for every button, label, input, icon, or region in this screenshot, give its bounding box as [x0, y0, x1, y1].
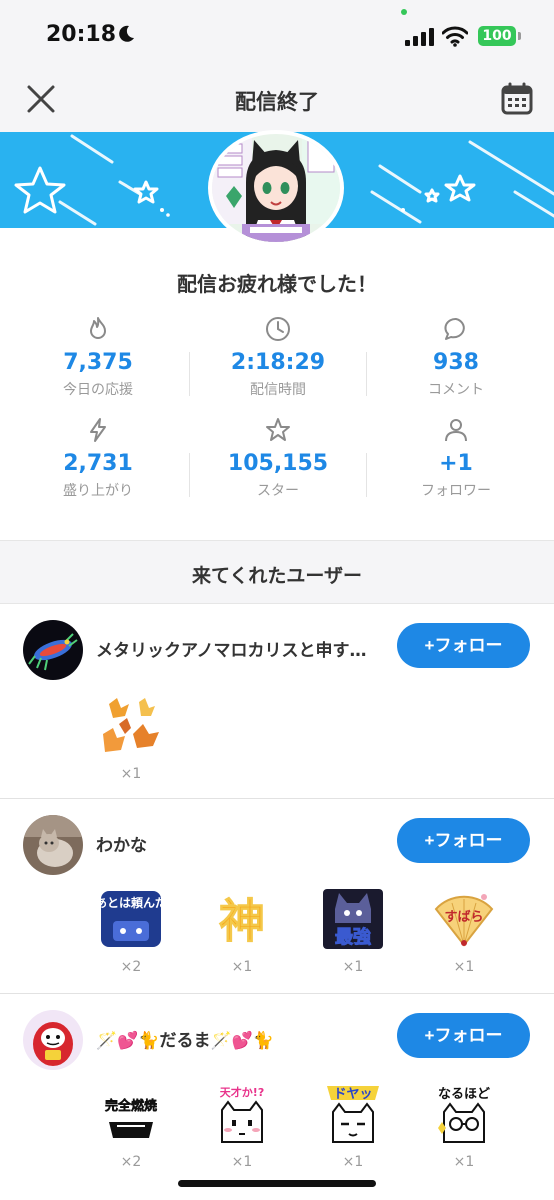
stat-label: 配信時間 [250, 382, 306, 398]
user-avatar[interactable] [23, 1010, 83, 1070]
gift-count: ×1 [231, 959, 253, 975]
visitor-row: メタリックアノマロカリスと申す… +フォロー ×1 [0, 604, 554, 799]
gift-count: ×2 [120, 1154, 142, 1170]
stat-stream-time: 2:18:29 配信時間 [188, 316, 368, 399]
gift-item: 完全燃焼 ×2 [96, 1082, 166, 1170]
gift-item: 最強 ×1 [318, 887, 388, 975]
user-name[interactable]: 🪄💕🐈だるま🪄💕🐈 [96, 1026, 386, 1051]
sticker-text: なるほど [438, 1087, 490, 1102]
nav-bar: 配信終了 [0, 72, 554, 132]
naruhodo-sticker: なるほど [438, 1087, 490, 1143]
visitor-row: 🪄💕🐈だるま🪄💕🐈 +フォロー 完全燃焼 ×2 天才か!? ×1 ドヤッ ×1 … [0, 994, 554, 1170]
stat-value: +1 [439, 451, 473, 476]
home-indicator[interactable] [178, 1180, 376, 1187]
gift-count: ×1 [453, 959, 475, 975]
clock-icon [266, 317, 290, 341]
user-name[interactable]: わかな [96, 831, 386, 856]
privacy-indicator [401, 9, 407, 15]
calendar-icon[interactable] [500, 82, 534, 116]
user-name[interactable]: メタリックアノマロカリスと申す… [96, 636, 386, 661]
section-title: 来てくれたユーザー [191, 565, 363, 587]
anomalocaris-avatar-image [23, 620, 83, 680]
gift-item: すばら ×1 [429, 887, 499, 975]
doyah-sticker: ドヤッ [327, 1086, 379, 1143]
stat-stars: 105,155 スター [188, 417, 368, 500]
sticker-text: ドヤッ [333, 1087, 372, 1102]
gift-count: ×1 [231, 1154, 253, 1170]
star-icon [266, 418, 290, 441]
page-title: 配信終了 [235, 90, 319, 114]
gift-item: あとは頼んだ ×2 [96, 887, 166, 975]
gift-item: ×1 [96, 694, 166, 782]
stat-label: 盛り上がり [63, 483, 133, 499]
battery-level: 100 [478, 26, 516, 46]
status-bar: 20:18 100 [0, 0, 554, 72]
stat-value: 105,155 [227, 451, 329, 476]
status-time: 20:18 [46, 22, 117, 47]
gift-count: ×2 [120, 959, 142, 975]
stat-value: 938 [433, 350, 479, 375]
follow-button[interactable]: +フォロー [397, 1013, 530, 1058]
kanzen-nenshou-sticker: 完全燃焼 [105, 1098, 157, 1138]
sticker-text: すばら [444, 910, 483, 925]
tensai-sticker: 天才か!? [220, 1085, 264, 1143]
stat-label: 今日の応援 [63, 382, 133, 398]
daruma-avatar-image [23, 1010, 83, 1070]
sticker-text: あとは頼んだ [99, 895, 163, 910]
gift-count: ×1 [342, 1154, 364, 1170]
stat-value: 2,731 [63, 451, 133, 476]
lightning-icon [90, 418, 106, 442]
atoha-tanonda-sticker: あとは頼んだ [99, 891, 163, 947]
stat-excitement: 2,731 盛り上がり [8, 417, 188, 500]
gift-count: ×1 [453, 1154, 475, 1170]
visitor-row: わかな +フォロー あとは頼んだ ×2 神 ×1 最強 ×1 すばら ×1 [0, 799, 554, 994]
subara-sticker: すばら [434, 894, 494, 947]
moon-icon [119, 25, 134, 42]
user-avatar[interactable] [23, 620, 83, 680]
comment-icon [444, 318, 465, 340]
visitors-section-header: 来てくれたユーザー [0, 540, 554, 604]
stat-label: スター [257, 483, 299, 499]
gift-count: ×1 [342, 959, 364, 975]
stat-label: フォロワー [421, 483, 491, 499]
anime-cat-girl-avatar-image [212, 134, 340, 242]
sticker-text: 神 [219, 894, 265, 948]
gift-item: 神 ×1 [207, 887, 277, 976]
stat-label: コメント [428, 382, 484, 398]
stat-value: 7,375 [63, 350, 133, 375]
battery-tip [518, 32, 521, 40]
stream-ended-message: 配信お疲れ様でした！ [177, 272, 377, 296]
kami-sticker: 神 [219, 894, 266, 949]
saikyou-sticker: 最強 [323, 889, 383, 949]
stat-followers: +1 フォロワー [366, 417, 546, 500]
sticker-text: 最強 [335, 926, 371, 948]
gift-count: ×1 [120, 766, 142, 782]
flame-icon [90, 317, 106, 339]
sticker-text: 完全燃焼 [105, 1098, 157, 1114]
autumn-leaves-sticker [99, 694, 163, 758]
gift-item: ドヤッ ×1 [318, 1082, 388, 1170]
sticker-text: 天才か!? [220, 1085, 264, 1099]
stat-value: 2:18:29 [230, 350, 326, 375]
cellular-signal-icon [405, 28, 434, 46]
gift-item: 天才か!? ×1 [207, 1082, 277, 1170]
wifi-icon [442, 26, 468, 47]
person-icon [445, 419, 467, 442]
streamer-avatar [208, 130, 344, 246]
follow-button[interactable]: +フォロー [397, 818, 530, 863]
user-avatar[interactable] [23, 815, 83, 875]
gift-item: なるほど ×1 [429, 1082, 499, 1170]
follow-button[interactable]: +フォロー [397, 623, 530, 668]
stat-comments: 938 コメント [366, 316, 546, 399]
stat-support-today: 7,375 今日の応援 [8, 316, 188, 399]
cat-photo-avatar-image [23, 815, 83, 875]
